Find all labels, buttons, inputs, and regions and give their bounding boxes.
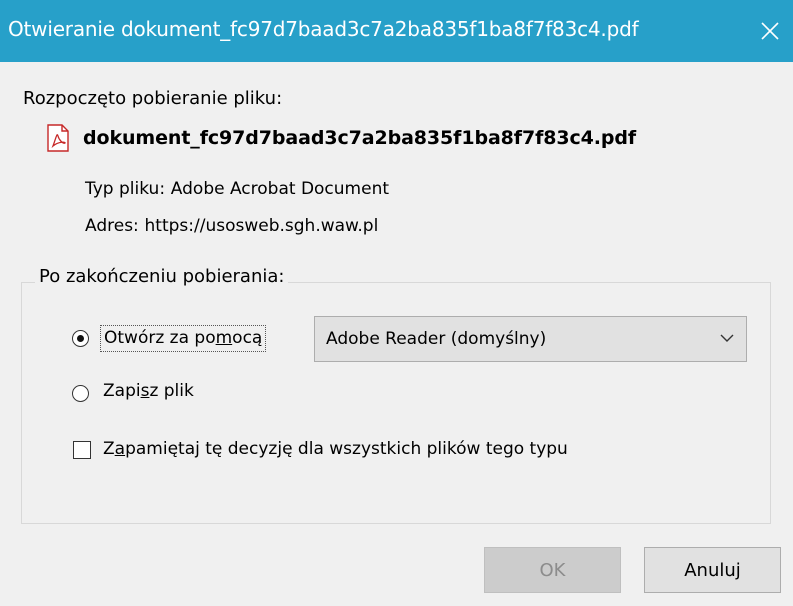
radio-selected-dot: [76, 334, 84, 342]
file-type-label: Typ pliku:: [85, 179, 166, 199]
file-address-value: https://usosweb.sgh.waw.pl: [144, 216, 379, 236]
dialog-title: Otwieranie dokument_fc97d7baad3c7a2ba835…: [8, 17, 639, 41]
remember-decision-accelerator: a: [114, 439, 126, 459]
chevron-down-icon: [720, 334, 734, 342]
save-file-label[interactable]: Zapisz plik: [103, 381, 194, 401]
file-address-label: Adres:: [85, 216, 139, 236]
file-type-row: Typ pliku: Adobe Acrobat Document: [85, 178, 389, 199]
cancel-button[interactable]: Anuluj: [644, 547, 781, 593]
file-address-row: Adres: https://usosweb.sgh.waw.pl: [85, 215, 378, 236]
open-with-label[interactable]: Otwórz za pomocą: [100, 325, 267, 352]
dialog-titlebar: Otwieranie dokument_fc97d7baad3c7a2ba835…: [0, 0, 793, 62]
close-icon: [761, 22, 779, 40]
ok-button[interactable]: OK: [484, 547, 621, 593]
remember-decision-checkbox[interactable]: [73, 441, 91, 459]
open-with-accelerator: m: [215, 328, 233, 348]
pdf-file-icon: [47, 124, 69, 152]
file-name: dokument_fc97d7baad3c7a2ba835f1ba8f7f83c…: [83, 127, 637, 149]
save-file-radio[interactable]: [72, 385, 89, 402]
application-select-value: Adobe Reader (domyślny): [326, 329, 547, 349]
download-intro-text: Rozpoczęto pobieranie pliku:: [23, 88, 283, 109]
remember-decision-label[interactable]: Zapamiętaj tę decyzję dla wszystkich pli…: [103, 439, 568, 459]
application-select[interactable]: Adobe Reader (domyślny): [314, 316, 747, 362]
close-button[interactable]: [747, 0, 793, 62]
after-download-group-label: Po zakończeniu pobierania:: [35, 266, 289, 287]
open-with-radio[interactable]: [72, 330, 89, 347]
file-type-value: Adobe Acrobat Document: [170, 179, 390, 199]
file-info-row: dokument_fc97d7baad3c7a2ba835f1ba8f7f83c…: [45, 123, 636, 153]
